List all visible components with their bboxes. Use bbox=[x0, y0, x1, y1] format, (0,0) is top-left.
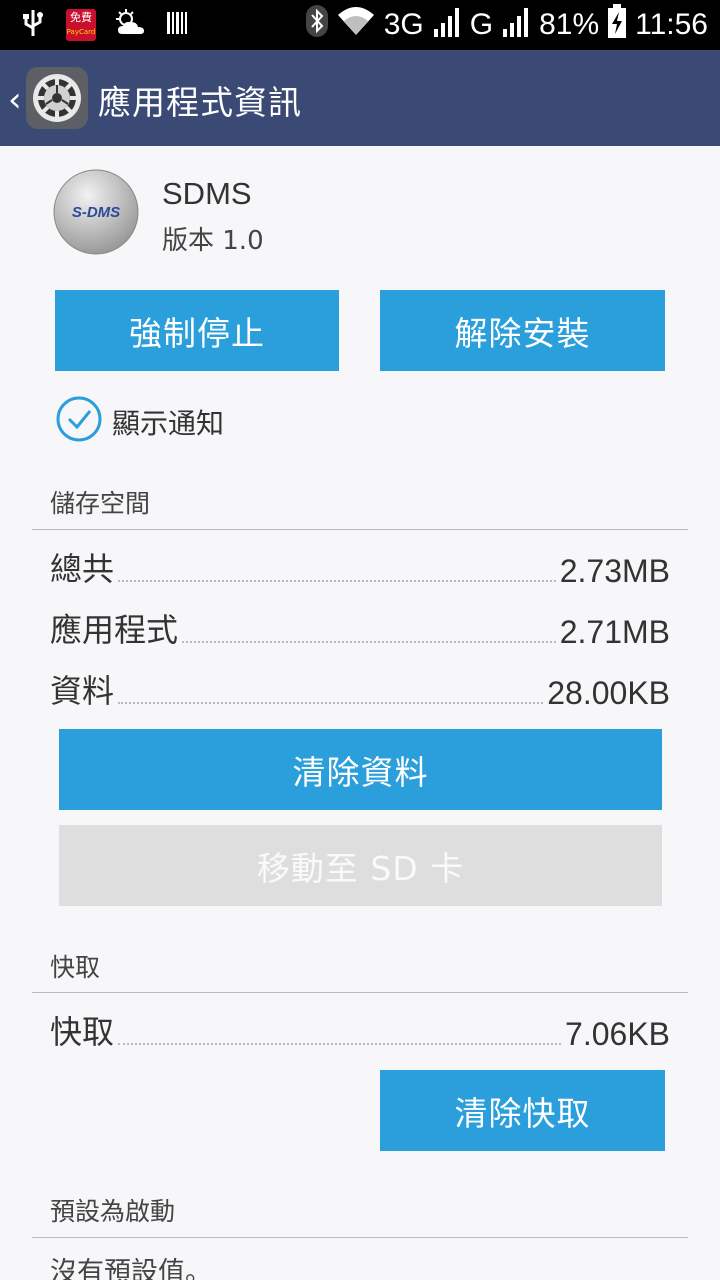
storage-header: 儲存空間 bbox=[50, 489, 151, 518]
cache-row: 快取 7.06KB bbox=[50, 1009, 670, 1053]
status-bar: 免費 PayCard 3G G 81% 11:56 bbox=[0, 0, 720, 50]
mobile-payment-icon: 免費 PayCard bbox=[66, 9, 96, 41]
signal-icon bbox=[432, 5, 462, 45]
storage-divider bbox=[32, 529, 688, 530]
weather-icon bbox=[114, 8, 148, 42]
launch-defaults-text: 沒有預設值。 bbox=[50, 1257, 212, 1280]
checkmark-icon bbox=[56, 396, 102, 442]
storage-row-app: 應用程式 2.71MB bbox=[50, 607, 670, 651]
cache-row-value: 7.06KB bbox=[565, 1016, 670, 1052]
storage-row-data: 資料 28.00KB bbox=[50, 668, 670, 712]
leader-dots bbox=[118, 702, 544, 704]
bluetooth-icon bbox=[305, 5, 328, 45]
network-g-label: G bbox=[469, 8, 494, 41]
clock: 11:56 bbox=[635, 8, 708, 41]
storage-row-value: 2.73MB bbox=[559, 553, 670, 589]
action-bar: ‹ 應用程式資訊 bbox=[0, 50, 720, 146]
launch-defaults-header: 預設為啟動 bbox=[50, 1197, 176, 1226]
signal-icon-2 bbox=[501, 5, 531, 45]
wifi-icon bbox=[336, 5, 376, 45]
network-3g-label: 3G bbox=[383, 8, 424, 41]
storage-row-value: 28.00KB bbox=[547, 675, 670, 711]
usb-icon bbox=[18, 8, 48, 42]
barcode-icon bbox=[166, 10, 188, 40]
battery-charging-icon bbox=[607, 4, 627, 46]
cache-row-label: 快取 bbox=[50, 1013, 115, 1051]
settings-gear-icon[interactable] bbox=[26, 67, 88, 129]
leader-dots bbox=[118, 1043, 562, 1045]
storage-row-total: 總共 2.73MB bbox=[50, 546, 670, 590]
storage-row-label: 應用程式 bbox=[50, 611, 179, 649]
cache-divider bbox=[32, 992, 688, 993]
battery-percent: 81% bbox=[539, 8, 600, 41]
uninstall-button[interactable]: 解除安裝 bbox=[380, 290, 665, 371]
leader-dots bbox=[118, 580, 556, 582]
show-notifications-label[interactable]: 顯示通知 bbox=[112, 402, 224, 442]
app-name: SDMS bbox=[162, 176, 252, 211]
move-to-sd-button: 移動至 SD 卡 bbox=[59, 825, 662, 906]
storage-row-value: 2.71MB bbox=[559, 614, 670, 650]
pay-badge-top: 免費 bbox=[70, 11, 92, 24]
back-chevron-icon[interactable]: ‹ bbox=[8, 80, 22, 120]
clear-cache-button[interactable]: 清除快取 bbox=[380, 1070, 665, 1151]
force-stop-button[interactable]: 強制停止 bbox=[55, 290, 339, 371]
storage-row-label: 資料 bbox=[50, 672, 115, 710]
app-version: 版本 1.0 bbox=[162, 226, 264, 256]
show-notifications-checkbox[interactable] bbox=[56, 396, 102, 442]
storage-row-label: 總共 bbox=[50, 550, 115, 588]
clear-data-button[interactable]: 清除資料 bbox=[59, 729, 662, 810]
launch-defaults-divider bbox=[32, 1237, 688, 1238]
app-icon: S-DMS bbox=[52, 166, 140, 258]
app-icon-text: S-DMS bbox=[71, 204, 121, 221]
cache-header: 快取 bbox=[50, 953, 101, 982]
pay-badge-bottom: PayCard bbox=[66, 28, 96, 36]
page-title: 應用程式資訊 bbox=[98, 83, 302, 122]
leader-dots bbox=[182, 641, 556, 643]
